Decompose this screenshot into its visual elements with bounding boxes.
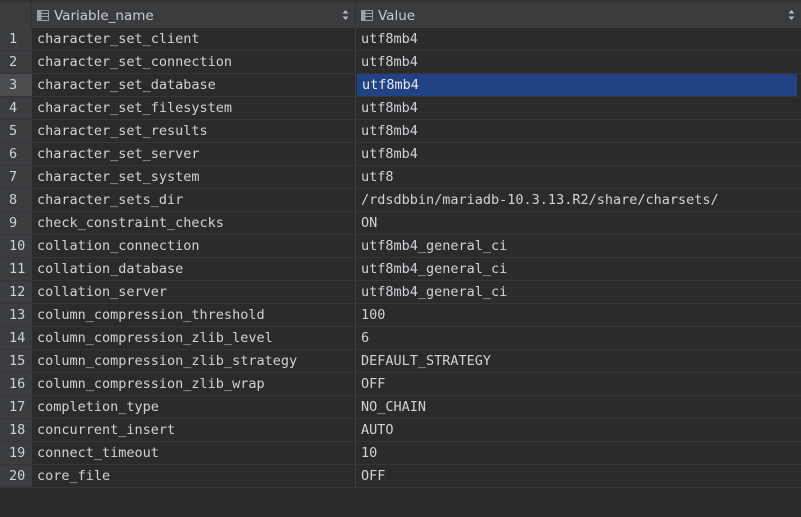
value-cell[interactable]: DEFAULT_STRATEGY	[356, 350, 801, 373]
value-cell[interactable]: OFF	[356, 373, 801, 396]
variable-name-cell[interactable]: column_compression_zlib_level	[32, 327, 356, 350]
table-row[interactable]: 18 concurrent_insert AUTO	[0, 419, 801, 442]
row-number[interactable]: 11	[0, 258, 32, 281]
table-row[interactable]: 17 completion_type NO_CHAIN	[0, 396, 801, 419]
row-number[interactable]: 14	[0, 327, 32, 350]
row-number[interactable]: 8	[0, 189, 32, 212]
row-number[interactable]: 16	[0, 373, 32, 396]
table-row[interactable]: 16 column_compression_zlib_wrap OFF	[0, 373, 801, 396]
variable-name-cell[interactable]: completion_type	[32, 396, 356, 419]
table-row[interactable]: 15 column_compression_zlib_strategy DEFA…	[0, 350, 801, 373]
variable-name-cell[interactable]: column_compression_zlib_strategy	[32, 350, 356, 373]
table-column-icon	[37, 10, 49, 21]
value-cell[interactable]: AUTO	[356, 419, 801, 442]
row-number[interactable]: 18	[0, 419, 32, 442]
grid-body: 1 character_set_client utf8mb4 2 charact…	[0, 28, 801, 488]
value-cell[interactable]: utf8mb4	[356, 51, 801, 74]
table-row[interactable]: 10 collation_connection utf8mb4_general_…	[0, 235, 801, 258]
variable-name-cell[interactable]: column_compression_threshold	[32, 304, 356, 327]
variable-name-cell[interactable]: collation_database	[32, 258, 356, 281]
table-row[interactable]: 3 character_set_database utf8mb4	[0, 74, 801, 97]
variable-name-cell[interactable]: column_compression_zlib_wrap	[32, 373, 356, 396]
table-row[interactable]: 2 character_set_connection utf8mb4	[0, 51, 801, 74]
table-row[interactable]: 14 column_compression_zlib_level 6	[0, 327, 801, 350]
table-row[interactable]: 8 character_sets_dir /rdsdbbin/mariadb-1…	[0, 189, 801, 212]
grid-header: Variable_name Value	[0, 3, 801, 29]
variable-name-cell[interactable]: collation_connection	[32, 235, 356, 258]
column-header-label: Value	[378, 7, 416, 24]
row-number[interactable]: 1	[0, 28, 32, 51]
variable-name-cell[interactable]: character_set_results	[32, 120, 356, 143]
table-row[interactable]: 9 check_constraint_checks ON	[0, 212, 801, 235]
variable-name-cell[interactable]: character_sets_dir	[32, 189, 356, 212]
value-cell[interactable]: 10	[356, 442, 801, 465]
value-cell[interactable]: utf8mb4_general_ci	[356, 235, 801, 258]
sort-arrows-icon[interactable]	[788, 9, 795, 21]
sort-arrows-icon[interactable]	[342, 9, 349, 21]
table-row[interactable]: 19 connect_timeout 10	[0, 442, 801, 465]
row-number[interactable]: 10	[0, 235, 32, 258]
table-row[interactable]: 6 character_set_server utf8mb4	[0, 143, 801, 166]
value-cell[interactable]: ON	[356, 212, 801, 235]
row-number[interactable]: 4	[0, 97, 32, 120]
value-cell[interactable]: /rdsdbbin/mariadb-10.3.13.R2/share/chars…	[356, 189, 801, 212]
column-header-variable-name[interactable]: Variable_name	[32, 3, 356, 28]
variable-name-cell[interactable]: core_file	[32, 465, 356, 488]
variable-name-cell[interactable]: character_set_server	[32, 143, 356, 166]
table-row[interactable]: 20 core_file OFF	[0, 465, 801, 488]
result-grid: Variable_name Value 1 character_set_clie	[0, 0, 801, 517]
table-row[interactable]: 7 character_set_system utf8	[0, 166, 801, 189]
row-number[interactable]: 7	[0, 166, 32, 189]
variable-name-cell[interactable]: character_set_database	[32, 74, 356, 97]
variable-name-cell[interactable]: check_constraint_checks	[32, 212, 356, 235]
value-cell[interactable]: utf8mb4	[356, 97, 801, 120]
variable-name-cell[interactable]: character_set_client	[32, 28, 356, 51]
table-row[interactable]: 12 collation_server utf8mb4_general_ci	[0, 281, 801, 304]
value-cell[interactable]: NO_CHAIN	[356, 396, 801, 419]
row-number[interactable]: 2	[0, 51, 32, 74]
row-number[interactable]: 15	[0, 350, 32, 373]
variable-name-cell[interactable]: connect_timeout	[32, 442, 356, 465]
value-cell[interactable]: utf8mb4	[356, 28, 801, 51]
row-number[interactable]: 3	[0, 74, 32, 97]
variable-name-cell[interactable]: concurrent_insert	[32, 419, 356, 442]
row-number-header[interactable]	[0, 3, 32, 28]
row-number[interactable]: 17	[0, 396, 32, 419]
table-row[interactable]: 4 character_set_filesystem utf8mb4	[0, 97, 801, 120]
row-number[interactable]: 5	[0, 120, 32, 143]
table-row[interactable]: 5 character_set_results utf8mb4	[0, 120, 801, 143]
table-column-icon	[361, 10, 373, 21]
variable-name-cell[interactable]: character_set_system	[32, 166, 356, 189]
row-number[interactable]: 12	[0, 281, 32, 304]
value-cell-selected[interactable]: utf8mb4	[357, 74, 797, 97]
value-cell[interactable]: utf8mb4_general_ci	[356, 281, 801, 304]
table-row[interactable]: 13 column_compression_threshold 100	[0, 304, 801, 327]
row-number[interactable]: 20	[0, 465, 32, 488]
column-header-value[interactable]: Value	[356, 3, 801, 28]
table-row[interactable]: 11 collation_database utf8mb4_general_ci	[0, 258, 801, 281]
variable-name-cell[interactable]: character_set_filesystem	[32, 97, 356, 120]
table-row[interactable]: 1 character_set_client utf8mb4	[0, 28, 801, 51]
row-number[interactable]: 19	[0, 442, 32, 465]
value-cell[interactable]: OFF	[356, 465, 801, 488]
value-cell[interactable]: 6	[356, 327, 801, 350]
column-header-label: Variable_name	[54, 7, 154, 24]
variable-name-cell[interactable]: collation_server	[32, 281, 356, 304]
value-cell[interactable]: utf8mb4_general_ci	[356, 258, 801, 281]
variable-name-cell[interactable]: character_set_connection	[32, 51, 356, 74]
row-number[interactable]: 13	[0, 304, 32, 327]
value-cell[interactable]: utf8	[356, 166, 801, 189]
row-number[interactable]: 6	[0, 143, 32, 166]
row-number[interactable]: 9	[0, 212, 32, 235]
value-cell[interactable]: 100	[356, 304, 801, 327]
value-cell[interactable]: utf8mb4	[356, 120, 801, 143]
value-cell[interactable]: utf8mb4	[356, 143, 801, 166]
